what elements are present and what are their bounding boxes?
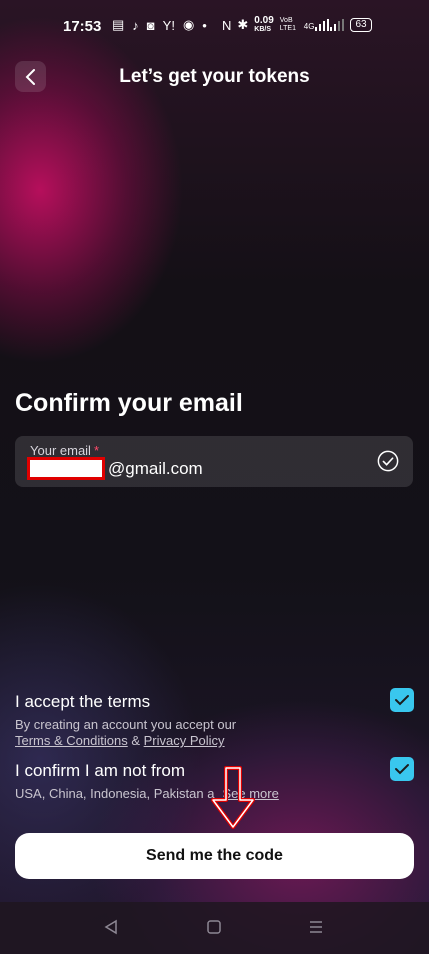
- required-mark: *: [93, 443, 100, 458]
- redacted-username: [27, 457, 105, 480]
- status-time: 17:53: [63, 18, 102, 35]
- page-title: Let’s get your tokens: [119, 66, 310, 87]
- terms-description: By creating an account you accept our: [15, 717, 237, 732]
- email-label: Your email *: [30, 443, 100, 458]
- residence-checkbox[interactable]: [390, 757, 414, 781]
- app-icon: ◙: [146, 17, 155, 33]
- system-nav-bar: [0, 902, 429, 954]
- bluetooth-icon: ✱: [237, 17, 249, 32]
- accept-terms-checkbox[interactable]: [390, 688, 414, 712]
- annotation-arrow-icon: [211, 766, 255, 829]
- signal-2-icon: [330, 19, 345, 31]
- check-circle-icon: [377, 450, 399, 472]
- terms-links: Terms & Conditions & Privacy Policy: [15, 733, 225, 748]
- speed-indicator: 0.09 KB/S: [254, 15, 274, 34]
- email-domain: @gmail.com: [108, 458, 203, 478]
- network-indicator: 4G: [304, 19, 345, 31]
- system-icons: N ✱ 0.09 KB/S VoB LTE1 4G 63: [222, 16, 372, 34]
- battery-icon: 63: [350, 18, 372, 32]
- email-field[interactable]: Your email * @gmail.com: [15, 436, 413, 487]
- signal-icon: [315, 19, 330, 31]
- email-value[interactable]: @gmail.com: [27, 457, 203, 480]
- music-icon: ♪: [132, 17, 139, 33]
- residence-confirm-label: I confirm I am not from: [15, 761, 186, 780]
- yahoo-icon: Y!: [162, 17, 175, 33]
- checkbox-check-icon: [395, 764, 409, 775]
- status-bar: 17:53 ▤ ♪ ◙ Y! ◉ • N ✱ 0.09 KB/S VoB LTE…: [0, 0, 429, 54]
- dot-icon: •: [202, 17, 207, 33]
- terms-conditions-link[interactable]: Terms & Conditions: [15, 733, 128, 748]
- nav-home-icon[interactable]: [206, 919, 222, 935]
- accept-terms-label: I accept the terms: [15, 692, 151, 711]
- notification-icons: ▤ ♪ ◙ Y! ◉ •: [112, 17, 207, 33]
- confirm-email-heading: Confirm your email: [15, 389, 243, 417]
- nav-menu-icon[interactable]: [308, 919, 324, 935]
- checkbox-check-icon: [395, 695, 409, 706]
- nfc-icon: N: [222, 17, 232, 33]
- message-icon: ▤: [112, 17, 125, 32]
- nav-back-icon[interactable]: [103, 919, 119, 935]
- send-code-button[interactable]: Send me the code: [15, 833, 414, 879]
- privacy-policy-link[interactable]: Privacy Policy: [144, 733, 225, 748]
- circle-app-icon: ◉: [182, 17, 195, 32]
- volte-indicator: VoB LTE1: [279, 17, 296, 32]
